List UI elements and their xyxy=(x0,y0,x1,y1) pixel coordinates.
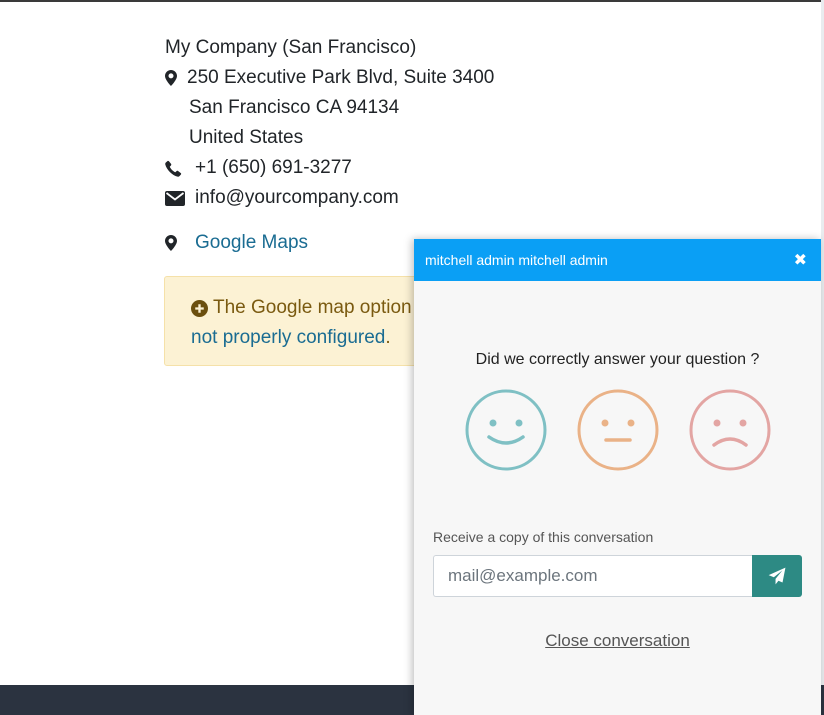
happy-face-icon[interactable] xyxy=(465,389,547,471)
rating-question: Did we correctly answer your question ? xyxy=(475,351,760,368)
close-icon[interactable]: ✖ xyxy=(794,250,807,270)
phone-icon xyxy=(165,160,195,177)
email-copy-row xyxy=(433,555,802,597)
plus-circle-icon xyxy=(191,299,208,317)
alert-suffix: . xyxy=(385,327,391,348)
address-row: 250 Executive Park Blvd, Suite 3400 xyxy=(165,63,494,93)
livechat-header[interactable]: mitchell admin mitchell admin ✖ xyxy=(414,239,821,281)
rating-options xyxy=(414,389,821,471)
top-strip xyxy=(0,0,824,2)
address-line-3: United States xyxy=(189,127,304,148)
livechat-title: mitchell admin mitchell admin xyxy=(425,252,608,268)
map-marker-icon xyxy=(165,70,187,86)
neutral-face-icon[interactable] xyxy=(577,389,659,471)
contact-block: My Company (San Francisco) 250 Executive… xyxy=(165,33,494,258)
company-name: My Company (San Francisco) xyxy=(165,37,417,58)
alert-text: The Google map option xyxy=(213,297,412,318)
email-address: info@yourcompany.com xyxy=(195,187,399,208)
paper-plane-icon xyxy=(768,567,786,585)
phone-row: +1 (650) 691-3277 xyxy=(165,153,494,183)
email-row: info@yourcompany.com xyxy=(165,183,494,213)
sad-face-icon[interactable] xyxy=(689,389,771,471)
map-marker-icon xyxy=(165,235,195,251)
send-button[interactable] xyxy=(752,555,802,597)
envelope-icon xyxy=(165,190,195,206)
email-copy-input[interactable] xyxy=(433,555,752,597)
close-conversation-link[interactable]: Close conversation xyxy=(414,631,821,651)
google-maps-link[interactable]: Google Maps xyxy=(195,228,308,258)
not-configured-link[interactable]: not properly configured xyxy=(191,323,385,353)
copy-label: Receive a copy of this conversation xyxy=(433,529,654,545)
address-line-1: 250 Executive Park Blvd, Suite 3400 xyxy=(187,67,495,88)
livechat-window: mitchell admin mitchell admin ✖ Did we c… xyxy=(414,239,821,715)
address-line-2: San Francisco CA 94134 xyxy=(189,97,400,118)
phone-number: +1 (650) 691-3277 xyxy=(195,157,352,178)
